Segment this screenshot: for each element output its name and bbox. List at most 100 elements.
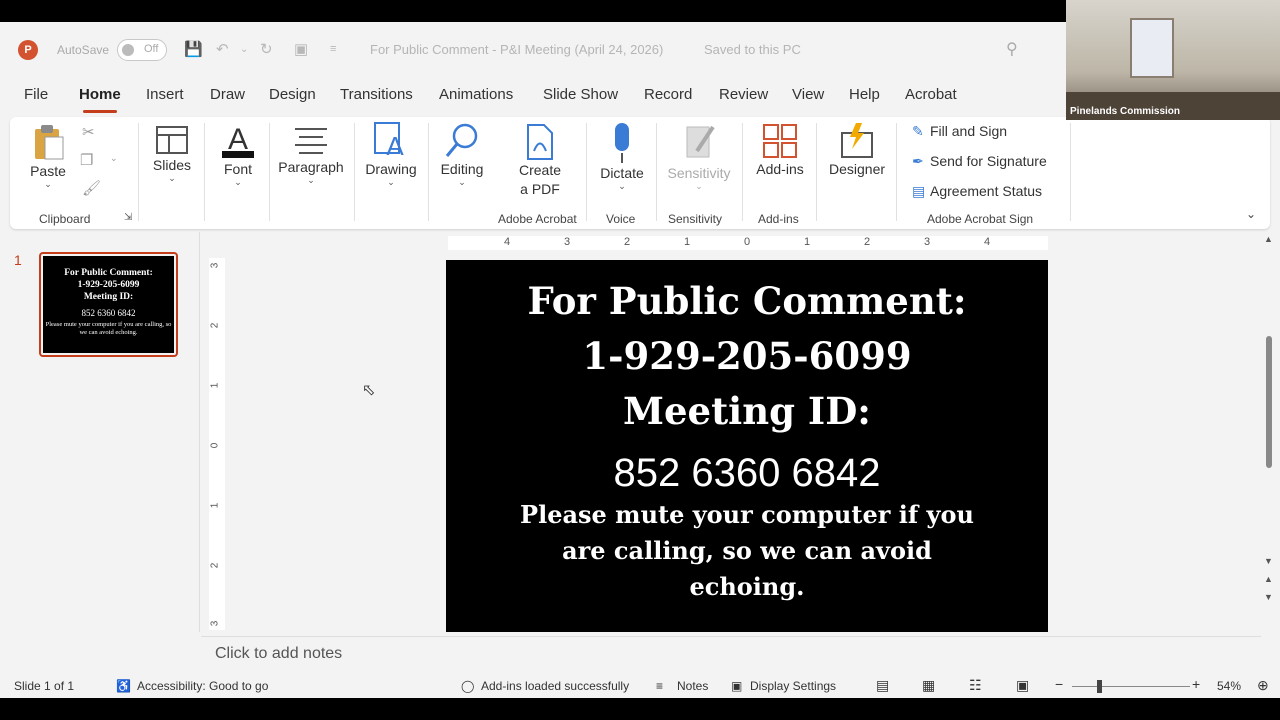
fill-sign-button[interactable]: ✎ Fill and Sign [912, 123, 1007, 140]
editing-button[interactable]: Editing ⌄ [434, 121, 490, 188]
slide-mute-note[interactable]: Please mute your computer if you are cal… [446, 497, 1048, 605]
slides-label: Slides [152, 157, 192, 173]
tab-draw[interactable]: Draw [210, 86, 245, 103]
copy-dropdown-icon[interactable]: ⌄ [110, 153, 118, 164]
slide-thumbnail-panel: 1 For Public Comment: 1-929-205-6099 Mee… [0, 232, 200, 632]
participant-name: Pinelands Commission [1070, 106, 1181, 117]
status-bar: Slide 1 of 1 ♿ Accessibility: Good to go… [0, 674, 1280, 698]
sensitivity-button[interactable]: Sensitivity ⌄ [666, 121, 732, 192]
fit-to-window-icon[interactable]: ⊕ [1257, 677, 1269, 694]
tab-animations[interactable]: Animations [439, 86, 513, 103]
accessibility-status[interactable]: Accessibility: Good to go [137, 679, 268, 693]
drawing-label: Drawing [365, 161, 417, 177]
tab-review[interactable]: Review [719, 86, 768, 103]
autosave-toggle[interactable]: Off [117, 39, 167, 61]
adobe-sign-group-label: Adobe Acrobat Sign [927, 212, 1034, 226]
slide-title-line2[interactable]: 1-929-205-6099 [446, 329, 1048, 384]
cut-icon[interactable]: ✂ [82, 123, 95, 141]
paste-button[interactable]: Paste ⌄ [30, 123, 66, 190]
undo-dropdown-icon[interactable]: ⌄ [240, 44, 248, 55]
scroll-up-icon[interactable]: ▲ [1264, 234, 1273, 244]
current-slide[interactable]: For Public Comment: 1-929-205-6099 Meeti… [446, 260, 1048, 632]
save-icon[interactable]: 💾 [184, 40, 203, 58]
designer-label: Designer [828, 161, 886, 177]
ruler-mark: 2 [864, 236, 871, 248]
tab-insert[interactable]: Insert [146, 86, 184, 103]
tab-acrobat[interactable]: Acrobat [905, 86, 957, 103]
present-icon[interactable]: ▣ [294, 40, 308, 58]
ruler-mark: 2 [209, 562, 221, 569]
zoom-slider-handle[interactable] [1097, 680, 1102, 693]
customize-qat-icon[interactable]: ≡ [330, 43, 336, 55]
addins-button[interactable]: Add-ins [752, 121, 808, 177]
tab-home[interactable]: Home [79, 86, 121, 113]
paragraph-button[interactable]: Paragraph ⌄ [276, 123, 346, 186]
designer-icon [841, 123, 873, 158]
divider [138, 123, 139, 221]
format-painter-icon[interactable]: 🖌 [82, 179, 101, 197]
zoom-slider[interactable] [1072, 686, 1190, 687]
undo-icon[interactable]: ↶ [216, 40, 229, 58]
slide-title-line3[interactable]: Meeting ID: [446, 384, 1048, 439]
zoom-out-icon[interactable]: − [1055, 676, 1063, 692]
tab-transitions[interactable]: Transitions [340, 86, 413, 103]
previous-slide-icon[interactable]: ▲ [1264, 574, 1273, 584]
slide-title-line1[interactable]: For Public Comment: [446, 274, 1048, 329]
toggle-knob [122, 44, 134, 56]
normal-view-icon[interactable]: ▤ [876, 677, 889, 694]
drawing-button[interactable]: A Drawing ⌄ [360, 121, 422, 188]
vertical-scrollbar[interactable]: ▲ ▼ ▲ ▼ [1262, 232, 1276, 632]
divider [742, 123, 743, 221]
sensitivity-dropdown-icon: ⌄ [695, 181, 703, 191]
zoom-level[interactable]: 54% [1217, 679, 1241, 693]
notes-pane[interactable]: Click to add notes [201, 636, 1261, 670]
font-dropdown-icon: ⌄ [234, 177, 242, 187]
next-slide-icon[interactable]: ▼ [1264, 592, 1273, 602]
saved-status[interactable]: Saved to this PC [704, 42, 801, 57]
tab-record[interactable]: Record [644, 86, 692, 103]
sensitivity-icon [686, 125, 715, 158]
ruler-mark: 3 [209, 262, 221, 269]
notes-button[interactable]: Notes [677, 679, 708, 693]
scroll-down-icon[interactable]: ▼ [1264, 556, 1273, 566]
slide-thumbnail[interactable]: For Public Comment: 1-929-205-6099 Meeti… [39, 252, 178, 357]
copy-icon[interactable]: ❐ [80, 151, 93, 169]
create-pdf-icon [527, 124, 553, 160]
agreement-status-button[interactable]: ▤ Agreement Status [912, 183, 1042, 200]
notes-icon[interactable]: ≡ [656, 679, 663, 693]
tab-slide-show[interactable]: Slide Show [543, 86, 618, 103]
font-button[interactable]: A Font ⌄ [214, 121, 262, 188]
slide-sorter-icon[interactable]: ▦ [922, 677, 935, 694]
fill-sign-icon: ✎ [912, 123, 924, 139]
tab-file[interactable]: File [24, 86, 48, 103]
reading-view-icon[interactable]: ☷ [969, 677, 982, 694]
clipboard-launcher-icon[interactable]: ⇲ [124, 212, 132, 223]
chevron-down-icon[interactable]: ⌄ [1246, 207, 1256, 221]
slideshow-icon[interactable]: ▣ [1016, 677, 1029, 694]
display-settings-button[interactable]: Display Settings [750, 679, 836, 693]
accessibility-icon[interactable]: ♿ [116, 679, 131, 693]
slides-button[interactable]: Slides ⌄ [148, 123, 196, 184]
dictate-button[interactable]: Dictate ⌄ [596, 121, 648, 192]
tab-help[interactable]: Help [849, 86, 880, 103]
send-signature-button[interactable]: ✒ Send for Signature [912, 153, 1047, 170]
designer-button[interactable]: Designer [824, 121, 890, 177]
display-settings-icon[interactable]: ▣ [731, 679, 742, 693]
send-signature-icon: ✒ [912, 153, 924, 169]
tab-design[interactable]: Design [269, 86, 316, 103]
ruler-mark: 4 [984, 236, 991, 248]
create-pdf-button[interactable]: Create a PDF [514, 123, 566, 199]
slide-meeting-id[interactable]: 852 6360 6842 [446, 449, 1048, 497]
divider [1070, 123, 1071, 221]
notes-placeholder[interactable]: Click to add notes [215, 645, 342, 663]
search-icon[interactable]: ⚲ [1006, 39, 1018, 59]
tab-view[interactable]: View [792, 86, 824, 103]
font-label: Font [223, 161, 252, 177]
autosave-label: AutoSave [57, 43, 110, 57]
redo-icon[interactable]: ↻ [260, 40, 273, 58]
video-participant-tile[interactable]: Pinelands Commission [1066, 0, 1280, 120]
zoom-in-icon[interactable]: + [1192, 676, 1200, 692]
addins-status-icon: ◯ [461, 679, 475, 693]
scrollbar-thumb[interactable] [1266, 336, 1272, 468]
editing-dropdown-icon: ⌄ [458, 177, 466, 187]
